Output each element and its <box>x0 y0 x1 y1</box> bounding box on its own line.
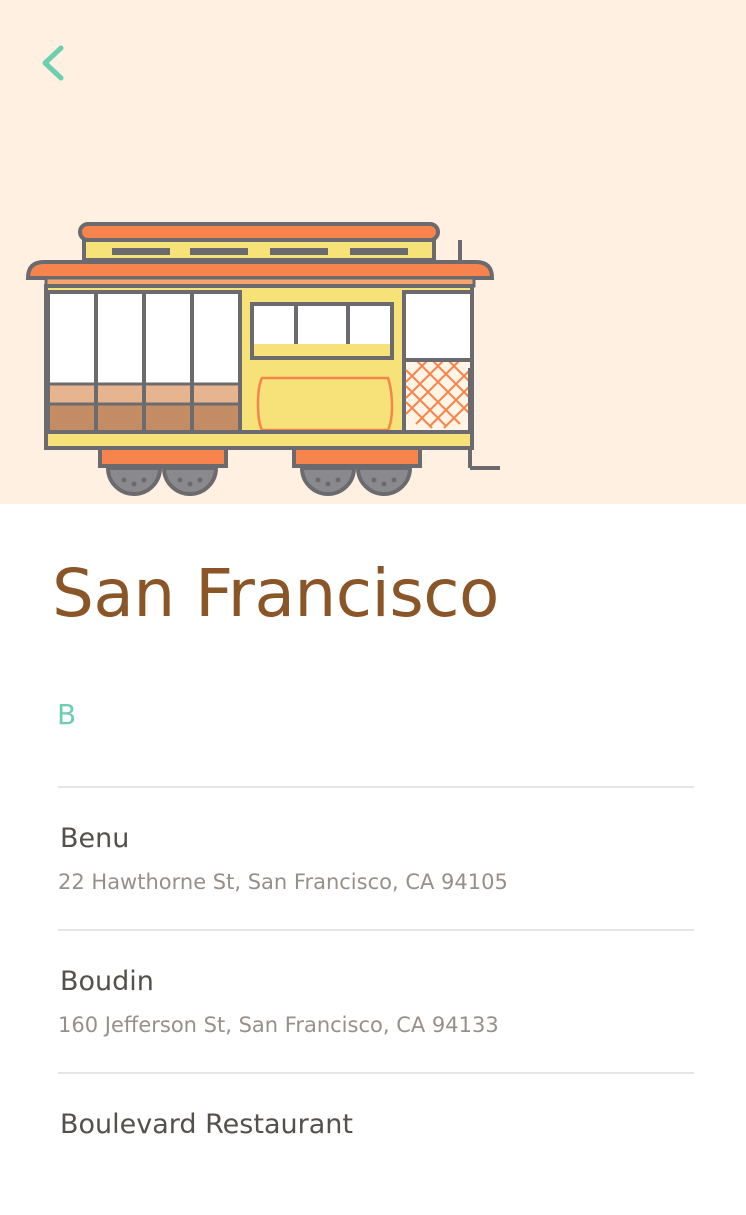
cable-car-illustration <box>25 222 500 496</box>
restaurant-name: Benu <box>60 823 130 854</box>
restaurant-name: Boulevard Restaurant <box>60 1109 353 1140</box>
chevron-left-icon <box>42 45 64 81</box>
list-item[interactable]: Benu 22 Hawthorne St, San Francisco, CA … <box>58 786 694 929</box>
list-item[interactable]: Boudin 160 Jefferson St, San Francisco, … <box>58 929 694 1072</box>
restaurant-address: 22 Hawthorne St, San Francisco, CA 94105 <box>58 870 508 894</box>
restaurant-list: Benu 22 Hawthorne St, San Francisco, CA … <box>58 786 694 1215</box>
section-header-letter: B <box>57 698 77 731</box>
restaurant-address: 160 Jefferson St, San Francisco, CA 9413… <box>58 1013 499 1037</box>
hero-header <box>0 0 746 504</box>
back-button[interactable] <box>30 40 78 88</box>
restaurant-name: Boudin <box>60 966 154 997</box>
page-title: San Francisco <box>52 555 499 632</box>
list-item[interactable]: Boulevard Restaurant <box>58 1072 694 1215</box>
